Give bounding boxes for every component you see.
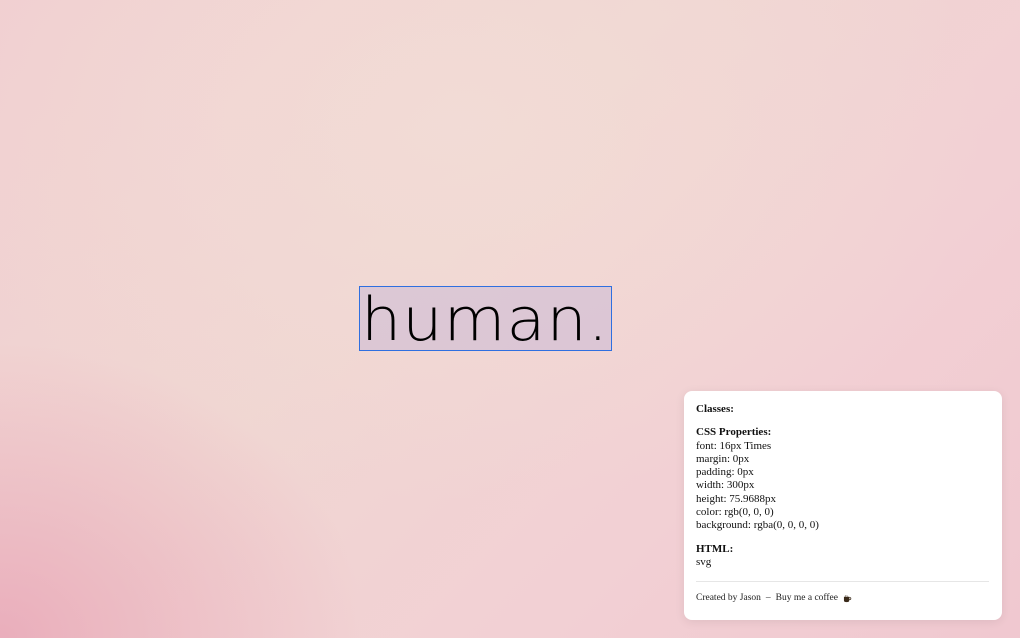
css-property: margin: 0px	[696, 452, 750, 465]
classes-section: Classes:	[696, 403, 989, 416]
footer-separator: –	[765, 593, 771, 604]
css-properties-label: CSS Properties:	[696, 426, 772, 439]
coffee-cup-icon	[843, 595, 852, 603]
css-property: padding: 0px	[696, 466, 754, 479]
buy-coffee-link[interactable]: Buy me a coffee	[776, 592, 838, 605]
css-properties-section: CSS Properties: font: 16px Times margin:…	[696, 426, 989, 532]
classes-label: Classes:	[696, 403, 734, 415]
inspector-panel: Classes: CSS Properties: font: 16px Time…	[684, 391, 1002, 620]
selected-svg-element[interactable]: human.	[359, 286, 612, 351]
human-wordmark: human.	[361, 288, 609, 350]
divider	[696, 581, 989, 583]
page-background: human. Classes: CSS Properties: font: 16…	[0, 0, 1020, 638]
css-property: color: rgb(0, 0, 0)	[696, 506, 774, 519]
panel-footer: Created by Jason – Buy me a coffee	[696, 592, 989, 605]
css-property: background: rgba(0, 0, 0, 0)	[696, 519, 819, 532]
css-property: height: 75.9688px	[696, 492, 777, 505]
css-properties-list: font: 16px Times margin: 0px padding: 0p…	[696, 440, 989, 533]
css-property: font: 16px Times	[696, 439, 772, 452]
html-tag-value: svg	[696, 555, 712, 568]
human-wordmark-text: human.	[361, 288, 609, 350]
html-section: HTML: svg	[696, 543, 989, 570]
css-property: width: 300px	[696, 479, 755, 492]
created-by-text: Created by Jason	[696, 593, 761, 604]
html-label: HTML:	[696, 542, 734, 555]
